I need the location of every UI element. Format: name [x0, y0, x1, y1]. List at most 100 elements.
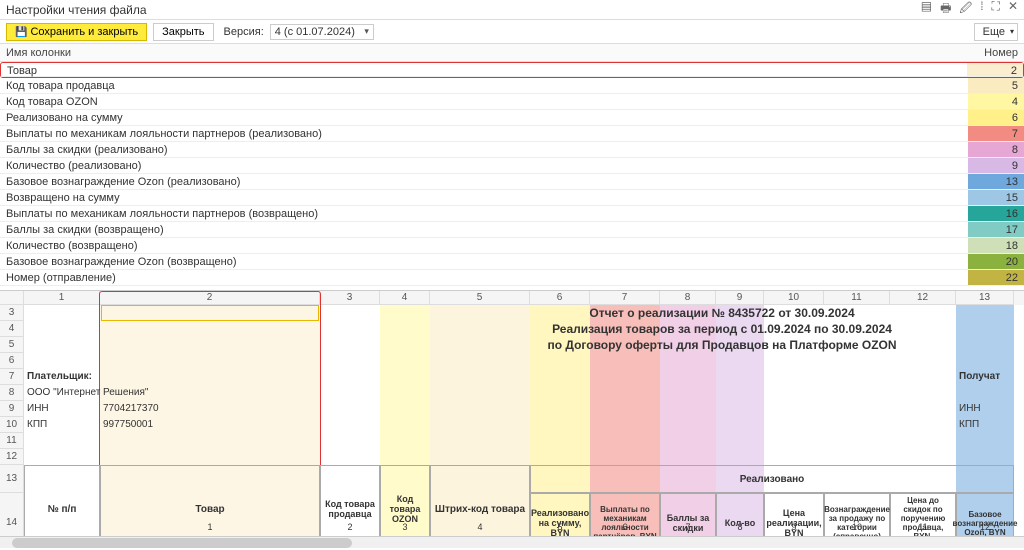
horizontal-scrollbar[interactable] [0, 536, 1024, 548]
col-header[interactable]: 13 [956, 291, 1014, 305]
report-icon[interactable]: ▤ [921, 0, 932, 20]
row-headers: 3456789101112131415 [0, 291, 24, 548]
col-header[interactable]: 1 [24, 291, 100, 305]
col-header[interactable]: 8 [660, 291, 716, 305]
mapping-name: Номер (отправление) [0, 270, 968, 286]
col-header[interactable]: 12 [890, 291, 956, 305]
footer-colnum: 1 [100, 522, 320, 534]
grid-area: Отчет о реализации № 8435722 от 30.09.20… [24, 305, 1024, 534]
kpp2: КПП [959, 419, 979, 430]
mapping-name: Базовое вознаграждение Ozon (реализовано… [0, 174, 968, 190]
mapping-number: 5 [968, 78, 1024, 94]
mapping-number: 4 [968, 94, 1024, 110]
scrollbar-thumb[interactable] [12, 538, 352, 548]
mapping-number: 8 [968, 142, 1024, 158]
mapping-number: 15 [968, 190, 1024, 206]
footer-colnum: 11 [890, 522, 956, 534]
org-part1: ООО "Интернет [27, 387, 100, 398]
mapping-number: 6 [968, 110, 1024, 126]
mapping-name: Код товара продавца [0, 78, 968, 94]
recipient-label: Получат [959, 371, 1000, 382]
inn-value: 7704217370 [103, 403, 159, 414]
mapping-row[interactable]: Базовое вознаграждение Ozon (возвращено)… [0, 254, 1024, 270]
mapping-name: Количество (реализовано) [0, 158, 968, 174]
col-header[interactable]: 2 [100, 291, 320, 305]
footer-colnum: 5 [530, 522, 590, 534]
save-icon [15, 26, 27, 38]
mapping-name: Товар [1, 63, 967, 77]
print-icon[interactable]: 🖶 [940, 0, 951, 20]
report-title: Отчет о реализации № 8435722 от 30.09.20… [430, 305, 1014, 353]
col-header[interactable]: 4 [380, 291, 430, 305]
col-header[interactable]: 10 [764, 291, 824, 305]
row-header[interactable]: 6 [0, 353, 24, 369]
mapping-name: Базовое вознаграждение Ozon (возвращено) [0, 254, 968, 270]
row-header[interactable]: 11 [0, 433, 24, 449]
mapping-number: 7 [968, 126, 1024, 142]
mapping-number: 18 [968, 238, 1024, 254]
payer-label: Плательщик: [27, 371, 92, 382]
mapping-row[interactable]: Код товара OZON4 [0, 94, 1024, 110]
org-part2: Решения" [103, 387, 148, 398]
mapping-row[interactable]: Номер (отправление)22 [0, 270, 1024, 286]
sheet-preview: 3456789101112131415 12345678910111213 От… [0, 290, 1024, 548]
row-header[interactable]: 9 [0, 401, 24, 417]
mapping-row[interactable]: Базовое вознаграждение Ozon (реализовано… [0, 174, 1024, 190]
mapping-rows: Товар2Код товара продавца5Код товара OZO… [0, 62, 1024, 286]
col-header[interactable]: 3 [320, 291, 380, 305]
col-header[interactable]: 5 [430, 291, 530, 305]
row-header[interactable]: 8 [0, 385, 24, 401]
row-header[interactable]: 10 [0, 417, 24, 433]
maximize-icon[interactable]: ⛶ [992, 0, 1000, 20]
mapping-row[interactable]: Количество (возвращено)18 [0, 238, 1024, 254]
footer-colnum: 8 [716, 522, 764, 534]
mapping-row[interactable]: Количество (реализовано)9 [0, 158, 1024, 174]
toolbar: Сохранить и закрыть Закрыть Версия: 4 (с… [0, 20, 1024, 44]
col-header[interactable]: 6 [530, 291, 590, 305]
mapping-row[interactable]: Код товара продавца5 [0, 78, 1024, 94]
mapping-name: Выплаты по механикам лояльности партнеро… [0, 206, 968, 222]
footer-colnum: 3 [380, 522, 430, 534]
mapping-row[interactable]: Баллы за скидки (возвращено)17 [0, 222, 1024, 238]
mapping-row[interactable]: Выплаты по механикам лояльности партнеро… [0, 126, 1024, 142]
mapping-row[interactable]: Реализовано на сумму6 [0, 110, 1024, 126]
mapping-header: Имя колонки Номер [0, 44, 1024, 62]
close-icon[interactable]: ✕ [1008, 0, 1018, 20]
footer-colnum: 2 [320, 522, 380, 534]
row-header[interactable]: 13 [0, 465, 24, 493]
row-header[interactable]: 3 [0, 305, 24, 321]
mapping-row[interactable]: Товар2 [0, 62, 1024, 78]
save-and-close-button[interactable]: Сохранить и закрыть [6, 23, 147, 41]
inn-label: ИНН [27, 403, 49, 414]
kpp-label: КПП [27, 419, 47, 430]
row-header[interactable]: 7 [0, 369, 24, 385]
help-icon[interactable]: ⁞ [980, 0, 983, 20]
link-icon[interactable]: 🖉 [959, 0, 972, 20]
mapping-name: Баллы за скидки (реализовано) [0, 142, 968, 158]
window-header: Настройки чтения файла ▤ 🖶 🖉 ⁞ ⛶ ✕ [0, 0, 1024, 20]
col-number-header: Номер [968, 45, 1024, 61]
window-title: Настройки чтения файла [6, 3, 147, 17]
row-header[interactable]: 12 [0, 449, 24, 465]
footer-colnum: 10 [824, 522, 890, 534]
mapping-number: 17 [968, 222, 1024, 238]
footer-colnum: 6 [590, 522, 660, 534]
mapping-row[interactable]: Возвращено на сумму15 [0, 190, 1024, 206]
row-header[interactable]: 5 [0, 337, 24, 353]
more-button[interactable]: Еще [974, 23, 1018, 41]
mapping-number: 2 [967, 63, 1023, 77]
col-name-header: Имя колонки [0, 45, 968, 61]
mapping-number: 9 [968, 158, 1024, 174]
col-header[interactable]: 11 [824, 291, 890, 305]
mapping-row[interactable]: Баллы за скидки (реализовано)8 [0, 142, 1024, 158]
col-header[interactable]: 9 [716, 291, 764, 305]
close-button[interactable]: Закрыть [153, 23, 213, 41]
row-header[interactable]: 4 [0, 321, 24, 337]
mapping-name: Код товара OZON [0, 94, 968, 110]
col-headers: 12345678910111213 [24, 291, 1024, 305]
version-select[interactable]: 4 (с 01.07.2024) [270, 24, 374, 40]
mapping-row[interactable]: Выплаты по механикам лояльности партнеро… [0, 206, 1024, 222]
window-header-icons: ▤ 🖶 🖉 ⁞ ⛶ ✕ [921, 0, 1018, 20]
col-header[interactable]: 7 [590, 291, 660, 305]
mapping-name: Количество (возвращено) [0, 238, 968, 254]
